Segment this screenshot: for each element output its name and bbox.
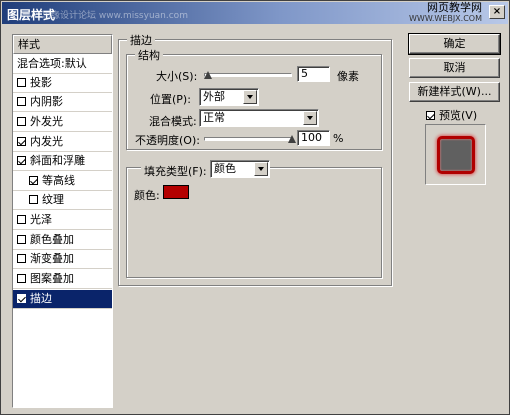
preview-toggle[interactable]: 预览(V) (426, 107, 477, 123)
pattern-overlay-checkbox[interactable] (17, 274, 26, 283)
size-slider[interactable] (204, 73, 292, 77)
style-preview (425, 124, 486, 185)
blend-options-item[interactable]: 混合选项:默认 (13, 55, 112, 74)
brand-url: WWW.WEBJX.COM (409, 14, 482, 23)
fill-type-label: 填充类型(F): (141, 163, 210, 179)
inner-glow-checkbox[interactable] (17, 137, 26, 146)
contour-checkbox[interactable] (29, 176, 38, 185)
style-item-label: 投影 (30, 76, 52, 89)
bevel-emboss-checkbox[interactable] (17, 156, 26, 165)
position-select[interactable]: 外部 (199, 88, 259, 106)
style-item-label: 描边 (30, 292, 52, 305)
style-item-satin[interactable]: 光泽 (13, 211, 112, 230)
fill-type-select[interactable]: 颜色 (210, 160, 270, 178)
opacity-slider[interactable] (204, 137, 292, 141)
preview-label: 预览(V) (439, 109, 478, 122)
style-item-outer-glow[interactable]: 外发光 (13, 113, 112, 132)
style-item-label: 颜色叠加 (30, 233, 74, 246)
fill-type-value: 颜色 (214, 162, 236, 175)
style-item-label: 纹理 (42, 193, 64, 206)
stroke-color-swatch[interactable] (163, 185, 189, 199)
opacity-slider-thumb[interactable] (288, 135, 296, 143)
style-item-bevel-emboss[interactable]: 斜面和浮雕 (13, 152, 112, 171)
satin-checkbox[interactable] (17, 215, 26, 224)
drop-shadow-checkbox[interactable] (17, 78, 26, 87)
blend-mode-value: 正常 (203, 111, 225, 124)
opacity-unit: % (333, 132, 344, 145)
chevron-down-icon[interactable] (303, 111, 317, 125)
blend-mode-label: 混合模式: (149, 115, 197, 128)
opacity-input[interactable]: 100 (297, 130, 330, 146)
style-item-label: 内发光 (30, 135, 63, 148)
style-item-label: 光泽 (30, 213, 52, 226)
color-overlay-checkbox[interactable] (17, 235, 26, 244)
style-item-stroke[interactable]: 描边 (13, 290, 112, 309)
stroke-checkbox[interactable] (17, 294, 26, 303)
preview-thumbnail (437, 136, 475, 174)
style-item-label: 斜面和浮雕 (30, 154, 85, 167)
style-item-label: 等高线 (42, 174, 75, 187)
style-item-drop-shadow[interactable]: 投影 (13, 74, 112, 93)
title-bar: 图层样式 思缘设计论坛 www.missyuan.com 网页教学网 WWW.W… (2, 2, 508, 24)
size-slider-thumb[interactable] (204, 71, 213, 79)
color-label: 颜色: (134, 189, 160, 202)
style-item-pattern-overlay[interactable]: 图案叠加 (13, 270, 112, 289)
position-label: 位置(P): (150, 93, 191, 106)
chevron-down-icon[interactable] (243, 90, 257, 104)
style-item-gradient-overlay[interactable]: 渐变叠加 (13, 250, 112, 269)
stroke-section-title: 描边 (127, 32, 155, 48)
style-item-label: 内阴影 (30, 95, 63, 108)
cancel-button[interactable]: 取消 (409, 58, 500, 78)
size-label: 大小(S): (156, 70, 198, 83)
style-item-contour[interactable]: 等高线 (13, 172, 112, 191)
blend-mode-select[interactable]: 正常 (199, 109, 319, 127)
style-item-label: 外发光 (30, 115, 63, 128)
watermark-text: 思缘设计论坛 www.missyuan.com (42, 11, 188, 21)
style-item-inner-glow[interactable]: 内发光 (13, 133, 112, 152)
close-button[interactable]: × (489, 5, 505, 19)
size-input[interactable]: 5 (297, 66, 330, 82)
style-list: 样式 混合选项:默认 投影 内阴影 外发光 内发光 斜面和浮雕 等高线 纹理 光… (12, 34, 113, 408)
chevron-down-icon[interactable] (254, 162, 268, 176)
preview-checkbox[interactable] (426, 111, 435, 120)
style-item-inner-shadow[interactable]: 内阴影 (13, 93, 112, 112)
size-unit: 像素 (337, 70, 359, 83)
gradient-overlay-checkbox[interactable] (17, 254, 26, 263)
layer-style-dialog: 图层样式 思缘设计论坛 www.missyuan.com 网页教学网 WWW.W… (0, 0, 510, 415)
style-item-texture[interactable]: 纹理 (13, 191, 112, 210)
inner-shadow-checkbox[interactable] (17, 97, 26, 106)
opacity-label: 不透明度(O): (135, 134, 200, 147)
position-value: 外部 (203, 90, 225, 103)
ok-button[interactable]: 确定 (408, 33, 501, 55)
texture-checkbox[interactable] (29, 195, 38, 204)
outer-glow-checkbox[interactable] (17, 117, 26, 126)
new-style-button[interactable]: 新建样式(W)... (409, 82, 500, 102)
fill-group (126, 167, 382, 278)
style-item-label: 渐变叠加 (30, 252, 74, 265)
style-item-label: 图案叠加 (30, 272, 74, 285)
brand-watermark: 网页教学网 WWW.WEBJX.COM (409, 1, 482, 24)
structure-title: 结构 (135, 47, 163, 63)
brand-name: 网页教学网 (427, 1, 482, 14)
style-item-color-overlay[interactable]: 颜色叠加 (13, 231, 112, 250)
style-list-header[interactable]: 样式 (13, 35, 112, 54)
